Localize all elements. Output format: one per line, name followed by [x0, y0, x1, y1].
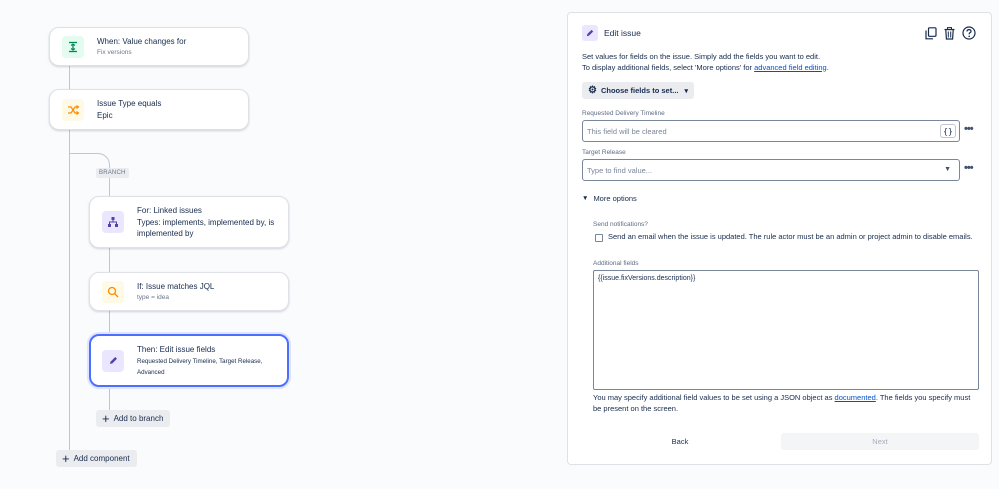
requested-delivery-label: Requested Delivery Timeline: [582, 110, 665, 117]
next-button[interactable]: Next: [781, 433, 979, 450]
chevron-down-icon: ▼: [582, 195, 589, 202]
connector-line: [69, 130, 70, 458]
connector-line: [109, 387, 110, 410]
branch-icon: [102, 211, 124, 233]
plus-icon: +: [62, 451, 70, 466]
intro-line-2-prefix: To display additional fields, select 'Mo…: [582, 62, 755, 72]
jql-condition-node[interactable]: If: Issue matches JQL type = idea: [89, 272, 289, 311]
choose-fields-button[interactable]: ⚙ Choose fields to set... ▾: [582, 82, 694, 99]
jql-subtitle: type = idea: [137, 293, 169, 301]
trigger-node[interactable]: When: Value changes for Fix versions: [49, 27, 249, 66]
trigger-title: When: Value changes for: [97, 36, 187, 46]
panel-intro: Set values for fields on the issue. Simp…: [582, 52, 829, 73]
panel-title: Edit issue: [604, 28, 641, 38]
shuffle-icon: [62, 98, 84, 121]
choose-fields-label: Choose fields to set...: [600, 86, 679, 95]
connector-line: [69, 66, 70, 89]
add-component-label: Add component: [73, 454, 130, 463]
more-options-toggle[interactable]: ▼ More options: [582, 194, 637, 203]
pencil-icon: [102, 349, 124, 372]
intro-line-1: Set values for fields on the issue. Simp…: [582, 52, 821, 61]
pencil-icon: [582, 25, 598, 41]
more-icon[interactable]: •••: [964, 162, 974, 174]
requested-delivery-placeholder: This field will be cleared: [587, 126, 667, 136]
connector-line: [109, 248, 110, 272]
condition-subtitle: Epic: [97, 111, 113, 120]
target-release-select[interactable]: Type to find value... ▼: [582, 159, 960, 181]
search-icon: [102, 280, 124, 303]
advanced-field-editing-link[interactable]: advanced field editing: [754, 63, 827, 72]
action-subtitle: Requested Delivery Timeline, Target Rele…: [137, 357, 263, 376]
send-notifications-text: Send an email when the issue is updated.…: [608, 232, 973, 241]
trash-icon[interactable]: [942, 25, 957, 41]
smart-value-braces-button[interactable]: {}: [940, 124, 956, 138]
target-release-label: Target Release: [582, 149, 626, 156]
branch-node[interactable]: For: Linked issues Types: implements, im…: [89, 196, 289, 248]
edit-issue-action-node[interactable]: Then: Edit issue fields Requested Delive…: [89, 334, 289, 387]
send-notifications-checkbox[interactable]: [595, 234, 603, 242]
additional-fields-textarea[interactable]: {{issue.fixVersions.description}}: [593, 270, 979, 390]
hint-prefix: You may specify additional field values …: [593, 393, 835, 402]
branch-subtitle: Types: implements, implemented by, is im…: [137, 218, 275, 238]
panel-actions: [923, 25, 976, 41]
help-icon[interactable]: [961, 25, 976, 41]
chevron-down-icon: ▾: [684, 87, 688, 95]
connector-line: [109, 311, 110, 334]
documented-link[interactable]: documented: [835, 393, 876, 402]
intro-line-2-suffix: .: [826, 62, 829, 72]
trigger-subtitle: Fix versions: [97, 48, 132, 56]
plus-icon: +: [102, 411, 110, 426]
target-release-placeholder: Type to find value...: [587, 165, 653, 175]
gear-icon: ⚙: [588, 85, 597, 96]
action-title: Then: Edit issue fields: [137, 344, 216, 354]
requested-delivery-input[interactable]: This field will be cleared {}: [582, 120, 960, 142]
panel-header: Edit issue: [582, 25, 641, 41]
add-to-branch-button[interactable]: + Add to branch: [96, 410, 171, 427]
intro-line-2: To display additional fields, select 'Mo…: [582, 63, 829, 74]
additional-fields-label: Additional fields: [593, 260, 639, 267]
send-notifications-label: Send notifications?: [593, 221, 648, 228]
add-component-button[interactable]: + Add component: [56, 450, 137, 467]
condition-node[interactable]: Issue Type equals Epic: [49, 89, 249, 130]
jql-title: If: Issue matches JQL: [137, 281, 215, 291]
more-options-label: More options: [593, 194, 637, 203]
branch-title: For: Linked issues: [137, 206, 202, 215]
condition-title: Issue Type equals: [97, 99, 162, 108]
additional-fields-hint: You may specify additional field values …: [593, 393, 979, 414]
edit-issue-panel: Edit issue Set values for fields on the …: [567, 12, 992, 465]
more-icon[interactable]: •••: [964, 123, 974, 135]
add-to-branch-label: Add to branch: [113, 414, 164, 423]
branch-tag: BRANCH: [96, 168, 129, 178]
connector-line: [109, 175, 110, 196]
back-button[interactable]: Back: [582, 433, 778, 450]
chevron-down-icon: ▼: [944, 166, 951, 173]
value-change-icon: [62, 35, 84, 58]
copy-icon[interactable]: [923, 25, 938, 41]
